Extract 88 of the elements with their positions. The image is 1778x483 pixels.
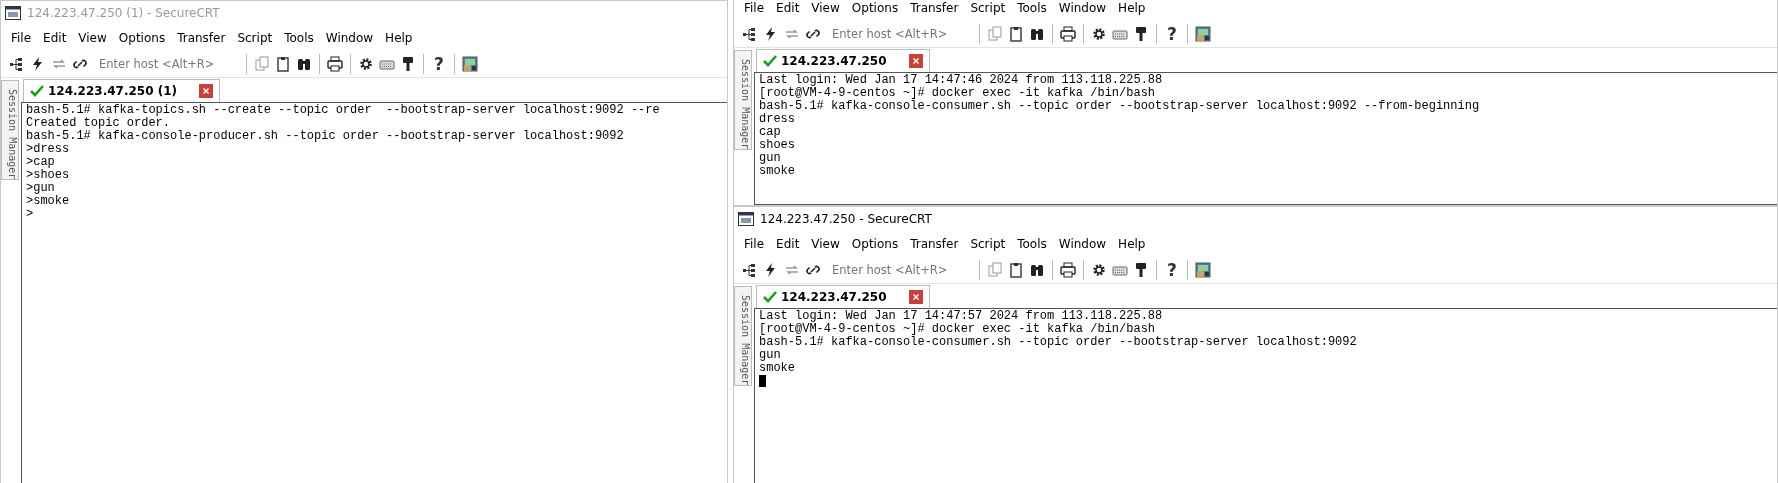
menu-item[interactable]: File	[738, 1, 771, 15]
menu-item[interactable]: Transfer	[171, 31, 232, 45]
terminal-panel[interactable]	[754, 72, 1777, 205]
session-manager-tab[interactable]: Session Manager	[734, 50, 752, 150]
menu-item[interactable]: File	[738, 237, 771, 251]
terminal-line: bash-5.1# kafka-topics.sh --create --topic order --bootstrap-server localhost:9092 --re	[26, 104, 661, 117]
session-manager-tab[interactable]: Session Manager	[1, 80, 19, 180]
terminal-line: bash-5.1# kafka-console-consumer.sh --topic order --bootstrap-server localhost:9092	[759, 336, 1358, 349]
session-tree-icon[interactable]	[742, 262, 758, 278]
terminal-line: >dress	[26, 143, 71, 156]
help-button[interactable]: ?	[1164, 260, 1180, 280]
printer-icon[interactable]	[1060, 262, 1076, 278]
terminal-line: gun	[759, 152, 782, 165]
binoculars-icon[interactable]	[1029, 26, 1045, 42]
terminal-line: >shoes	[26, 169, 71, 182]
settings-icon[interactable]	[358, 56, 374, 72]
terminal-line: >gun	[26, 182, 56, 195]
terminal-line: dress	[759, 113, 796, 126]
menu-item[interactable]: Tools	[1011, 1, 1053, 15]
menu-item[interactable]: Transfer	[904, 1, 965, 15]
menu-item[interactable]: Help	[379, 31, 419, 45]
app-config-icon[interactable]	[1194, 26, 1211, 42]
menu-item[interactable]: Script	[964, 237, 1012, 251]
host-field[interactable]: Enter host <Alt+R>	[826, 27, 972, 41]
host-field[interactable]: Enter host <Alt+R>	[826, 263, 972, 277]
terminal-panel[interactable]	[754, 308, 1777, 483]
menu-item[interactable]: Help	[1112, 1, 1152, 15]
terminal-line: smoke	[759, 165, 796, 178]
menu-item[interactable]: File	[5, 31, 38, 45]
terminal-line: bash-5.1# kafka-console-producer.sh --topic order --bootstrap-server localhost:9092	[26, 130, 625, 143]
terminal-line: Created topic order.	[26, 117, 172, 130]
clipboard-icon[interactable]	[275, 56, 291, 72]
menu-item[interactable]: Window	[1052, 1, 1113, 15]
host-field[interactable]: Enter host <Alt+R>	[93, 57, 239, 71]
menu-item[interactable]: Window	[319, 31, 380, 45]
menu-item[interactable]: Help	[1112, 237, 1152, 251]
terminal-line: [root@VM-4-9-centos ~]# docker exec -it kafka /bin/bash	[759, 323, 1157, 336]
terminal-line: Last login: Wed Jan 17 14:47:57 2024 from 113.118.225.88	[759, 310, 1164, 323]
session-tree-icon[interactable]	[9, 56, 25, 72]
close-icon[interactable]	[908, 290, 923, 304]
window-title: 124.223.47.250 (1) - SecureCRT	[27, 6, 220, 20]
menu-item[interactable]: Edit	[770, 1, 806, 15]
close-icon[interactable]	[199, 84, 214, 98]
terminal-line: gun	[759, 349, 782, 362]
menu-item[interactable]: Script	[231, 31, 279, 45]
terminal-line: [root@VM-4-9-centos ~]# docker exec -it kafka /bin/bash	[759, 87, 1157, 100]
menu-item[interactable]: View	[72, 31, 113, 45]
menu-item[interactable]: Transfer	[904, 237, 965, 251]
terminal-line: cap	[759, 126, 782, 139]
menu-item[interactable]: Script	[964, 1, 1012, 15]
terminal-line: >	[26, 208, 35, 221]
menu-item[interactable]: Window	[1052, 237, 1113, 251]
help-button[interactable]: ?	[1164, 24, 1180, 44]
menu-item[interactable]: View	[805, 1, 846, 15]
clipboard-icon[interactable]	[1008, 26, 1024, 42]
app-window-icon	[738, 212, 754, 226]
session-tab[interactable]: 124.223.47.250	[756, 285, 930, 308]
terminal-line: Last login: Wed Jan 17 14:47:46 2024 from 113.118.225.88	[759, 74, 1164, 87]
close-icon[interactable]	[908, 54, 923, 68]
app-config-icon[interactable]	[461, 56, 478, 72]
settings-icon[interactable]	[1091, 26, 1107, 42]
menu-item[interactable]: Options	[112, 31, 172, 45]
app-window-icon	[5, 6, 21, 20]
menu-item[interactable]: Tools	[1011, 237, 1053, 251]
session-tab[interactable]: 124.223.47.250	[756, 49, 930, 72]
terminal-line: >cap	[26, 156, 56, 169]
app-config-icon[interactable]	[1194, 262, 1211, 278]
printer-icon[interactable]	[327, 56, 343, 72]
window-title: 124.223.47.250 - SecureCRT	[760, 212, 932, 226]
binoculars-icon[interactable]	[296, 56, 312, 72]
settings-icon[interactable]	[1091, 262, 1107, 278]
terminal-line: bash-5.1# kafka-console-consumer.sh --topic order --bootstrap-server localhost:9092 --from-beginning	[759, 100, 1481, 113]
printer-icon[interactable]	[1060, 26, 1076, 42]
terminal-line: >smoke	[26, 195, 71, 208]
menu-item[interactable]: Edit	[770, 237, 806, 251]
menu-item[interactable]: Edit	[37, 31, 73, 45]
session-tree-icon[interactable]	[742, 26, 758, 42]
session-tab[interactable]: 124.223.47.250 (1)	[23, 79, 221, 102]
clipboard-icon[interactable]	[1008, 262, 1024, 278]
menu-item[interactable]: Options	[845, 1, 905, 15]
terminal-line: shoes	[759, 139, 796, 152]
menu-item[interactable]: View	[805, 237, 846, 251]
menu-item[interactable]: Options	[845, 237, 905, 251]
menu-item[interactable]: Tools	[278, 31, 320, 45]
terminal-line: smoke	[759, 362, 796, 375]
session-manager-tab[interactable]: Session Manager	[734, 286, 752, 386]
binoculars-icon[interactable]	[1029, 262, 1045, 278]
help-button[interactable]: ?	[431, 54, 447, 74]
